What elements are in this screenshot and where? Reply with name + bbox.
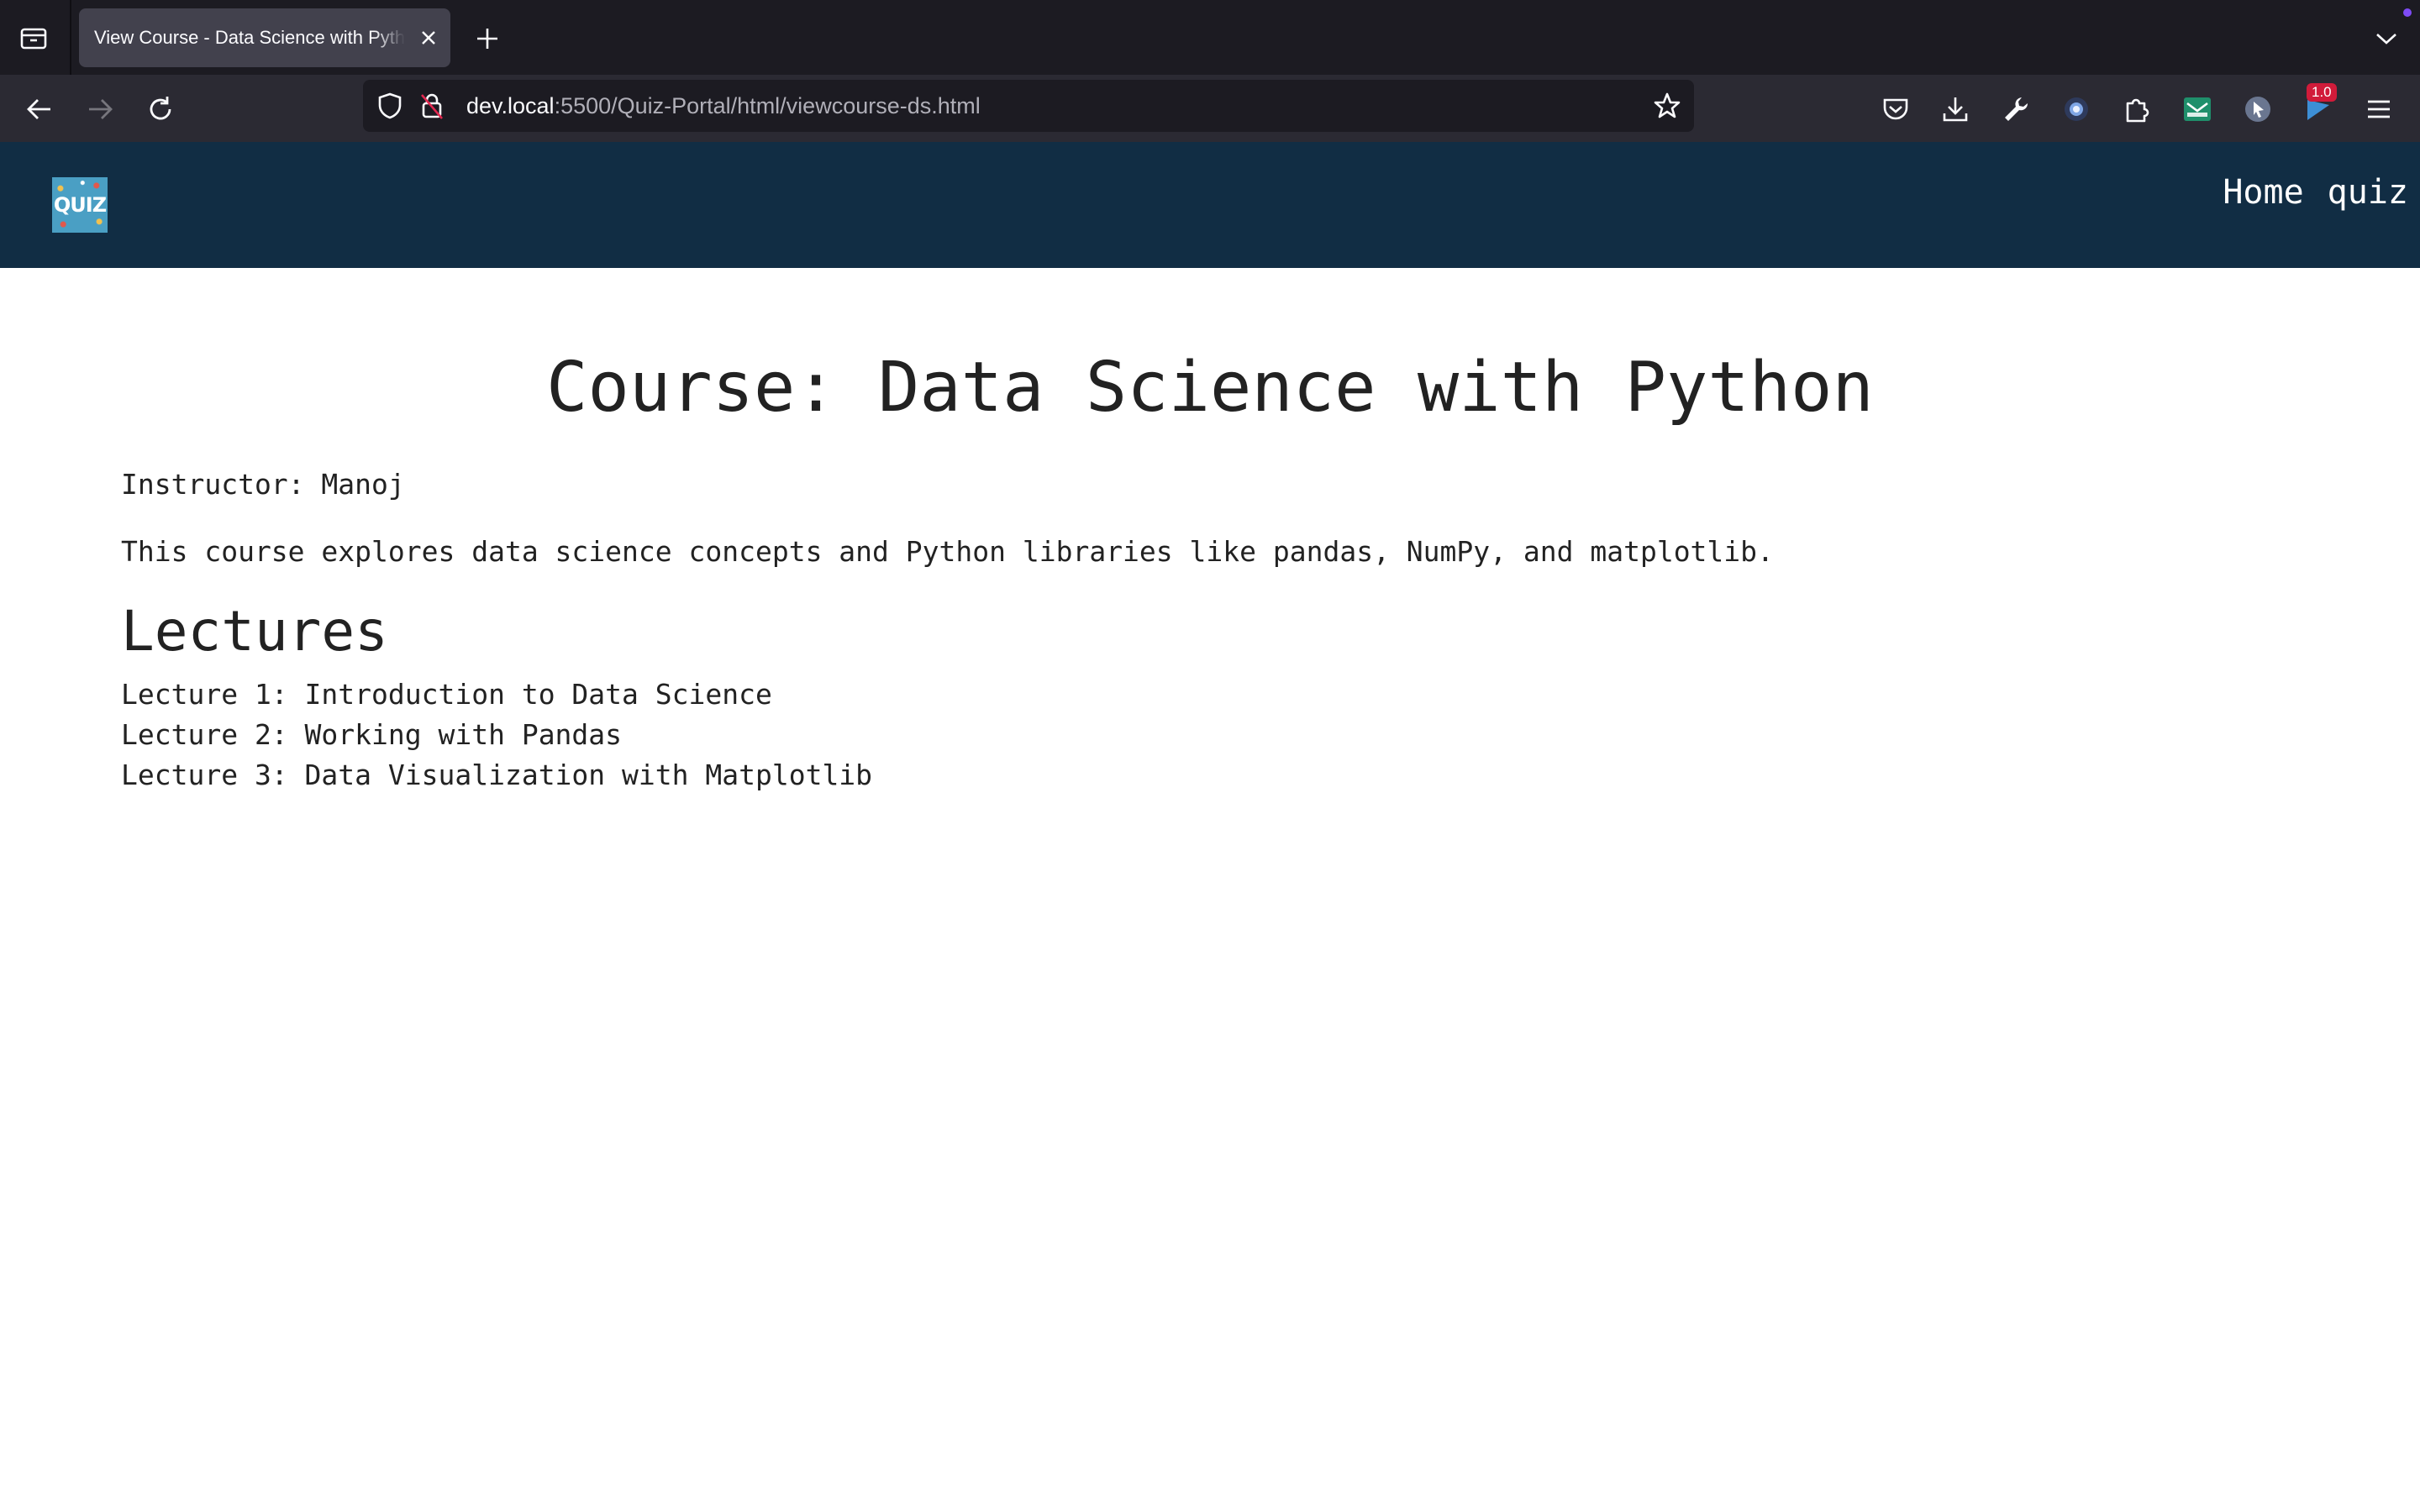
- extension-badge: 1.0: [2307, 83, 2337, 102]
- browser-tab-bar: View Course - Data Science with Python: [0, 0, 2420, 75]
- mail-extension-icon[interactable]: [2179, 91, 2216, 128]
- reload-icon[interactable]: [141, 90, 180, 129]
- address-bar[interactable]: dev.local:5500/Quiz-Portal/html/viewcour…: [363, 80, 1694, 132]
- lecture-item: Lecture 3: Data Visualization with Matpl…: [121, 759, 873, 791]
- cursor-extension-icon[interactable]: [2239, 91, 2276, 128]
- insecure-lock-icon[interactable]: [417, 91, 447, 121]
- url-text[interactable]: dev.local:5500/Quiz-Portal/html/viewcour…: [466, 80, 981, 132]
- active-tab[interactable]: View Course - Data Science with Python: [79, 8, 450, 67]
- course-instructor: Instructor: Manoj: [121, 468, 405, 501]
- new-tab-icon[interactable]: [471, 22, 504, 55]
- download-icon[interactable]: [1937, 91, 1974, 128]
- nav-link-home[interactable]: Home: [2223, 173, 2303, 212]
- site-header: QUIZ Home quiz: [0, 142, 2420, 268]
- tab-title: View Course - Data Science with Python: [94, 27, 405, 48]
- notification-dot: [2403, 8, 2412, 17]
- browser-nav-bar: dev.local:5500/Quiz-Portal/html/viewcour…: [0, 75, 2420, 142]
- bookmark-star-icon[interactable]: [1652, 91, 1682, 121]
- close-icon[interactable]: [417, 26, 440, 50]
- wrench-icon[interactable]: [1997, 91, 2034, 128]
- pocket-icon[interactable]: [1877, 91, 1914, 128]
- url-path: :5500/Quiz-Portal/html/viewcourse-ds.htm…: [554, 93, 981, 118]
- lectures-heading: Lectures: [121, 599, 388, 664]
- lecture-item: Lecture 1: Introduction to Data Science: [121, 678, 772, 711]
- url-host: dev.local: [466, 93, 555, 118]
- chevron-down-icon[interactable]: [2370, 22, 2403, 55]
- site-nav: Home quiz: [2223, 142, 2408, 243]
- shield-icon[interactable]: [375, 91, 405, 121]
- tab-separator: [70, 0, 71, 75]
- course-content: Course: Data Science with Python Instruc…: [121, 268, 2299, 795]
- back-arrow-icon[interactable]: [20, 90, 59, 129]
- course-title: Course: Data Science with Python: [546, 348, 1874, 428]
- extensions-puzzle-icon[interactable]: [2118, 91, 2155, 128]
- menu-hamburger-icon[interactable]: [2360, 91, 2397, 128]
- lecture-list: Lecture 1: Introduction to Data Science …: [121, 675, 2299, 795]
- logo-text: QUIZ: [53, 193, 107, 217]
- nav-link-quiz[interactable]: quiz: [2328, 173, 2408, 212]
- lecture-item: Lecture 2: Working with Pandas: [121, 718, 623, 751]
- course-description: This course explores data science concep…: [121, 535, 1774, 568]
- forward-arrow-icon[interactable]: [81, 90, 119, 129]
- quiz-logo[interactable]: QUIZ: [52, 177, 108, 233]
- tab-list-icon[interactable]: [17, 22, 50, 54]
- extension-orb-icon[interactable]: [2058, 91, 2095, 128]
